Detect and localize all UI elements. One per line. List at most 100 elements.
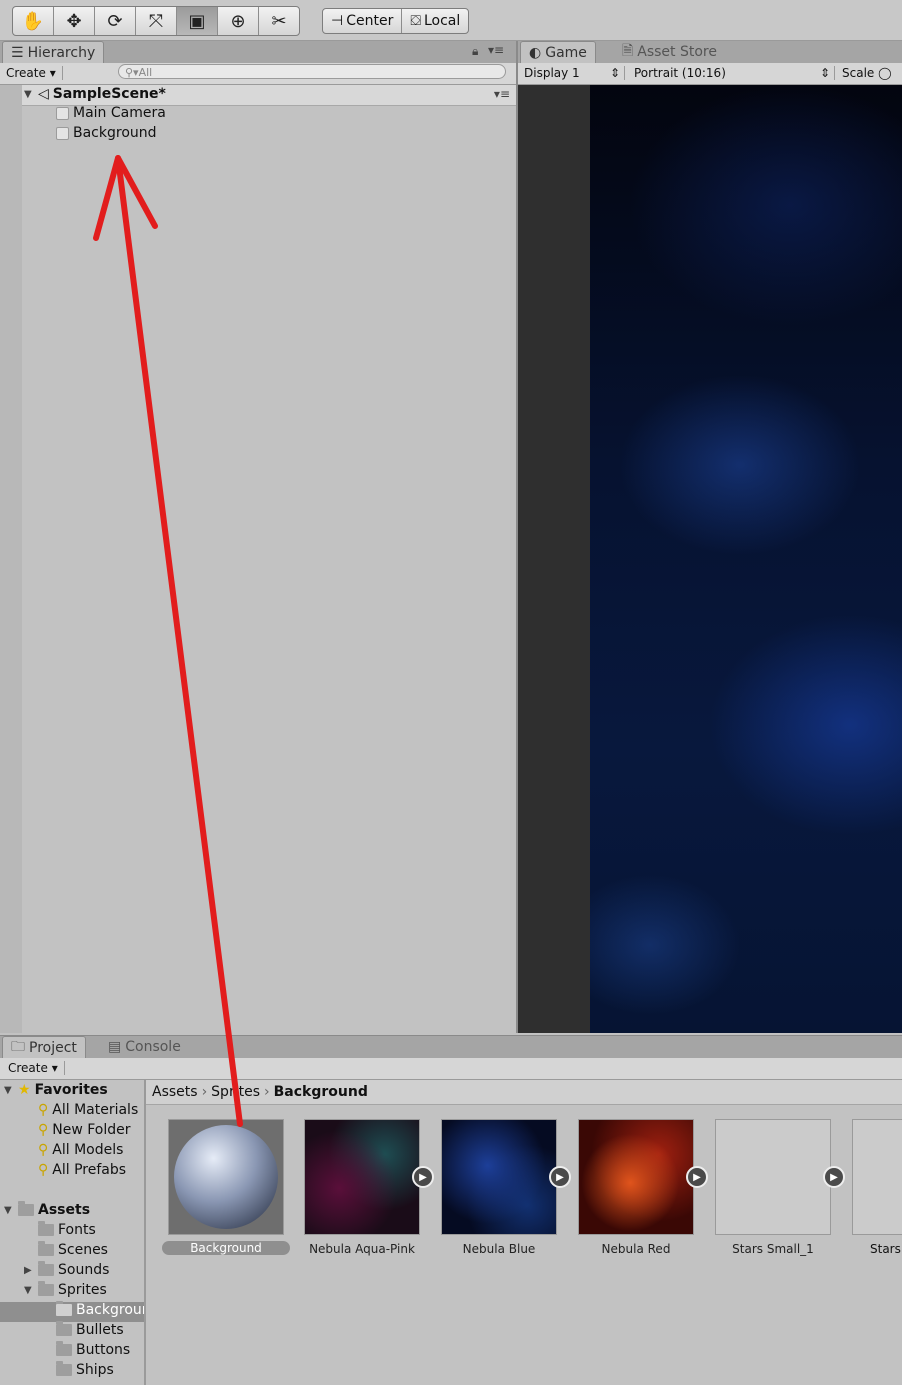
- rotate-tool-icon[interactable]: ⟳: [95, 7, 136, 35]
- hierarchy-gutter: [0, 85, 22, 1033]
- hierarchy-item-main-camera[interactable]: Main Camera: [56, 105, 166, 121]
- folder-fonts[interactable]: Fonts: [38, 1221, 96, 1238]
- lock-icon[interactable]: 🔒︎: [472, 44, 478, 59]
- transform-tool-icon[interactable]: ⊕: [218, 7, 259, 35]
- asset-tile-stars-small-1[interactable]: [715, 1119, 831, 1235]
- scale-tool-icon[interactable]: ⤧: [136, 7, 177, 35]
- panel-menu-icon[interactable]: ▾≡: [488, 43, 504, 57]
- asset-label: Nebula Blue: [462, 1242, 536, 1256]
- project-subbar: Create ▾: [0, 1058, 902, 1080]
- breadcrumb-background[interactable]: Background: [274, 1084, 368, 1100]
- assets-header[interactable]: ▼ Assets: [4, 1201, 90, 1218]
- tab-game[interactable]: ◐ Game: [520, 41, 596, 64]
- folder-buttons[interactable]: Buttons: [56, 1341, 130, 1358]
- asset-tile-stars[interactable]: [852, 1119, 902, 1235]
- favorite-all-prefabs[interactable]: ⚲ All Prefabs: [38, 1162, 126, 1178]
- breadcrumb-assets[interactable]: Assets: [152, 1084, 198, 1100]
- aspect-select[interactable]: Portrait (10:16) ⇕: [634, 66, 835, 80]
- folder-scenes[interactable]: Scenes: [38, 1241, 108, 1258]
- hierarchy-search-input[interactable]: ⚲▾All: [118, 64, 506, 79]
- console-icon: ▤: [108, 1039, 122, 1055]
- nebula-aqua-pink-thumbnail: [304, 1119, 420, 1235]
- scene-header[interactable]: ▼ ◁ SampleScene* ▾≡: [22, 85, 516, 106]
- local-icon: ⛋: [410, 13, 421, 29]
- search-icon: ⚲▾: [125, 66, 139, 79]
- project-tabbar: 🗀︎ Project ▤ Console: [0, 1036, 902, 1059]
- folder-icon: [38, 1281, 54, 1296]
- favorite-new-folder[interactable]: ⚲ New Folder: [38, 1122, 131, 1138]
- asset-label: Stars Small_1: [732, 1242, 814, 1256]
- expand-sprite-button[interactable]: ▶: [823, 1166, 845, 1188]
- favorites-header[interactable]: ▼ ★ Favorites: [4, 1082, 108, 1098]
- list-icon: ☰: [11, 45, 24, 61]
- tab-asset-store[interactable]: 🗎︎ Asset Store: [614, 41, 725, 63]
- breadcrumb: Assets › Sprites › Background: [146, 1080, 902, 1105]
- game-view-nebula: [590, 85, 902, 1033]
- hand-tool-icon[interactable]: ✋: [13, 7, 54, 35]
- project-panel: 🗀︎ Project ▤ Console Create ▾ ▼ ★ Favorites …: [0, 1035, 902, 1385]
- scene-menu-icon[interactable]: ▾≡: [494, 87, 510, 101]
- folder-sounds[interactable]: ▶ Sounds: [24, 1261, 109, 1278]
- gameobject-cube-icon: [56, 126, 69, 140]
- folder-icon: [56, 1341, 72, 1356]
- nebula-red-thumbnail: [578, 1119, 694, 1235]
- folder-background[interactable]: Background: [56, 1301, 144, 1318]
- favorite-all-materials[interactable]: ⚲ All Materials: [38, 1102, 138, 1118]
- pivot-center-button[interactable]: ⊣ Center: [323, 9, 403, 33]
- folder-icon: [56, 1321, 72, 1336]
- tab-project[interactable]: 🗀︎ Project: [2, 1036, 86, 1059]
- folder-icon: [56, 1301, 72, 1316]
- play-icon: ▶: [693, 1171, 701, 1183]
- asset-label: Nebula Aqua-Pink: [309, 1242, 415, 1256]
- folder-sprites[interactable]: ▼ Sprites: [24, 1281, 107, 1298]
- tab-console[interactable]: ▤ Console: [100, 1036, 189, 1058]
- search-filter-icon: ⚲: [38, 1122, 49, 1138]
- expand-sprite-button[interactable]: ▶: [686, 1166, 708, 1188]
- hierarchy-create-button[interactable]: Create ▾: [6, 66, 63, 80]
- folder-ships[interactable]: Ships: [56, 1361, 114, 1378]
- stars-thumbnail: [852, 1119, 902, 1235]
- asset-tile-nebula-aqua-pink[interactable]: [304, 1119, 420, 1235]
- pivot-local-button[interactable]: ⛋ Local: [402, 9, 468, 33]
- play-icon: ▶: [556, 1171, 564, 1183]
- rect-tool-icon[interactable]: ▣: [177, 7, 218, 35]
- folder-icon: 🗀︎: [11, 1039, 25, 1055]
- unity-scene-icon: ◁: [38, 86, 49, 102]
- asset-tile-background[interactable]: [168, 1119, 284, 1235]
- move-tool-icon[interactable]: ✥: [54, 7, 95, 35]
- asset-tile-nebula-red[interactable]: [578, 1119, 694, 1235]
- transform-tools: ✋ ✥ ⟳ ⤧ ▣ ⊕ ✂: [12, 6, 300, 36]
- asset-tile-nebula-blue[interactable]: [441, 1119, 557, 1235]
- game-subbar: Display 1 ⇕ Portrait (10:16) ⇕ Scale ◯: [518, 63, 902, 85]
- custom-tool-icon[interactable]: ✂: [259, 7, 299, 35]
- scale-slider[interactable]: Scale ◯: [842, 66, 892, 80]
- breadcrumb-separator-icon: ›: [264, 1084, 270, 1100]
- folder-icon: [38, 1241, 54, 1256]
- folder-bullets[interactable]: Bullets: [56, 1321, 124, 1338]
- asset-label: Stars: [870, 1242, 901, 1256]
- expand-sprite-button[interactable]: ▶: [412, 1166, 434, 1188]
- game-icon: ◐: [529, 45, 542, 61]
- sphere-material-icon: [168, 1119, 284, 1235]
- expand-triangle-icon[interactable]: ▼: [24, 1285, 34, 1296]
- folder-icon: [38, 1221, 54, 1236]
- search-filter-icon: ⚲: [38, 1142, 49, 1158]
- game-panel: ◐ Game 🗎︎ Asset Store Display 1 ⇕ Portrait …: [518, 41, 902, 1033]
- hierarchy-item-background[interactable]: Background: [56, 125, 157, 141]
- hierarchy-panel: ☰ Hierarchy 🔒︎ ▾≡ Create ▾ ⚲▾All ▼ ◁ Samp…: [0, 41, 518, 1033]
- expand-triangle-icon[interactable]: ▼: [24, 89, 34, 100]
- favorite-all-models[interactable]: ⚲ All Models: [38, 1142, 123, 1158]
- breadcrumb-sprites[interactable]: Sprites: [211, 1084, 260, 1100]
- project-tree: ▼ ★ Favorites ⚲ All Materials ⚲ New Folder ⚲…: [0, 1080, 146, 1385]
- project-create-button[interactable]: Create ▾: [8, 1061, 65, 1075]
- breadcrumb-separator-icon: ›: [201, 1084, 208, 1100]
- play-icon: ▶: [419, 1171, 427, 1183]
- store-icon: 🗎︎: [622, 43, 634, 59]
- display-select[interactable]: Display 1 ⇕: [524, 66, 625, 80]
- expand-triangle-icon[interactable]: ▶: [24, 1265, 34, 1276]
- expand-sprite-button[interactable]: ▶: [549, 1166, 571, 1188]
- star-icon: ★: [18, 1082, 31, 1098]
- folder-icon: [18, 1201, 34, 1216]
- tab-hierarchy[interactable]: ☰ Hierarchy: [2, 41, 105, 64]
- search-filter-icon: ⚲: [38, 1102, 49, 1118]
